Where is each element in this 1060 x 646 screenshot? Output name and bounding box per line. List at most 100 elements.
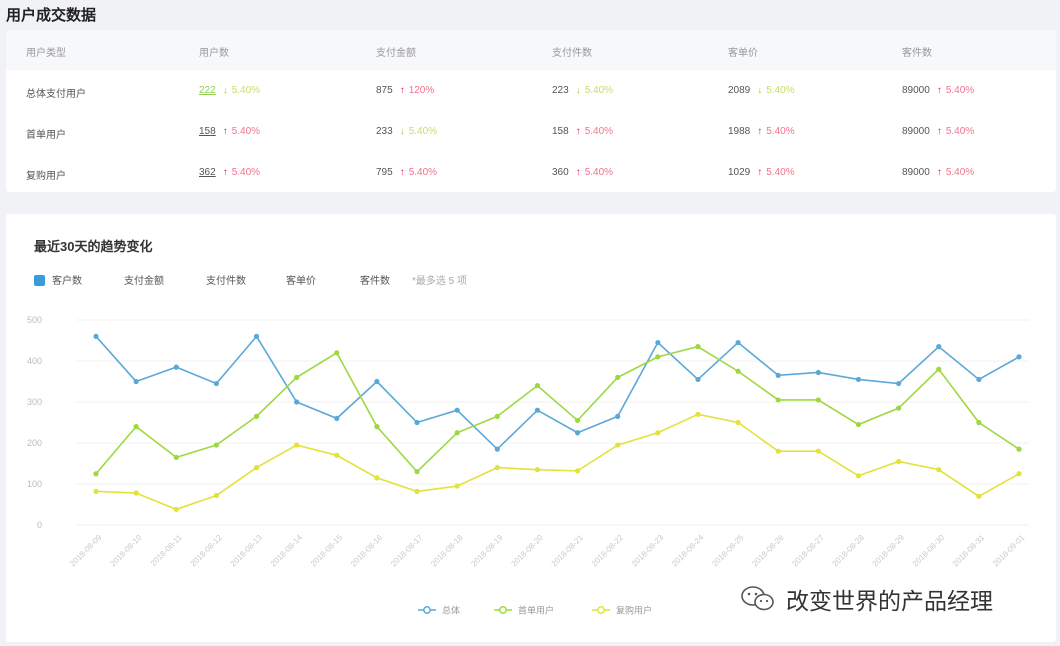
data-point	[574, 468, 581, 474]
table-cell: 360 ↑ 5.40%	[552, 167, 613, 178]
cell-value: 1988	[728, 126, 751, 137]
data-point	[213, 442, 219, 448]
row-label: 总体支付用户	[26, 89, 86, 100]
arrow-up-icon: ↑	[222, 167, 228, 178]
x-tick-label: 2018-08-15	[309, 533, 345, 569]
data-point	[936, 467, 942, 473]
table-header: 用户类型 用户数 支付金额 支付件数 客单价 客件数	[6, 30, 1056, 70]
table-cell: 89000 ↑ 5.40%	[902, 85, 974, 96]
x-tick-label: 2018-08-14	[269, 533, 305, 569]
change-percent: 5.40%	[584, 126, 614, 137]
y-tick-label: 300	[27, 397, 42, 407]
table-cell: 158 ↑ 5.40%	[199, 126, 260, 137]
header-items-per-customer: 客件数	[902, 48, 932, 59]
data-point	[294, 442, 300, 448]
legend-label: 复购用户	[616, 605, 652, 616]
data-point	[1016, 471, 1022, 477]
series-line	[95, 413, 1020, 511]
data-point	[855, 421, 862, 428]
change-percent: 5.40%	[766, 126, 795, 137]
x-tick-label: 2018-08-12	[189, 533, 225, 569]
table-cell: 795 ↑ 5.40%	[376, 167, 437, 178]
cell-value: 89000	[902, 126, 930, 137]
data-point	[173, 454, 179, 460]
data-point	[936, 344, 942, 350]
wechat-icon	[741, 586, 774, 611]
data-point	[213, 380, 219, 387]
data-point	[334, 452, 340, 458]
x-tick-label: 2018-08-26	[750, 533, 786, 569]
user-count-link[interactable]: 158	[199, 126, 216, 137]
change-percent: 5.40%	[945, 126, 975, 137]
x-tick-label: 2018-08-23	[630, 533, 666, 569]
data-point	[655, 354, 661, 360]
x-tick-label: 2018-08-11	[149, 533, 184, 568]
table-cell: 158 ↑ 5.40%	[552, 126, 613, 137]
table-cell: 233 ↓ 5.40%	[376, 126, 437, 137]
data-point	[494, 413, 500, 419]
data-point	[213, 492, 219, 499]
data-point	[655, 339, 661, 346]
user-count-link[interactable]: 362	[199, 167, 216, 178]
header-user-count: 用户数	[199, 48, 229, 59]
data-point	[976, 493, 982, 499]
x-tick-label: 2018-08-27	[790, 533, 826, 569]
arrow-up-icon: ↑	[936, 167, 942, 178]
header-avg-order: 客单价	[728, 48, 758, 59]
arrow-down-icon: ↓	[222, 85, 228, 96]
table-cell: 89000 ↑ 5.40%	[902, 167, 974, 178]
data-point	[574, 417, 581, 424]
data-point	[374, 424, 380, 430]
x-tick-label: 2018-08-29	[871, 533, 907, 569]
data-point	[855, 376, 862, 383]
x-tick-label: 2018-08-13	[229, 533, 265, 569]
arrow-up-icon: ↑	[222, 126, 228, 137]
x-tick-label: 2018-08-20	[510, 533, 546, 569]
data-point	[253, 465, 260, 471]
page-title: 用户成交数据	[6, 7, 97, 24]
user-count-link[interactable]: 222	[199, 85, 216, 96]
x-tick-label: 2018-09-01	[991, 533, 1027, 569]
cell-value: 360	[552, 167, 569, 178]
x-tick-label: 2018-08-09	[68, 533, 104, 569]
cell-value: 223	[552, 85, 569, 96]
x-tick-label: 2018-08-25	[710, 533, 746, 569]
change-percent: 5.40%	[408, 126, 438, 137]
row-label: 首单用户	[26, 130, 66, 141]
arrow-up-icon: ↑	[575, 126, 581, 137]
x-tick-label: 2018-08-24	[670, 533, 706, 569]
series-line	[95, 345, 1020, 475]
data-point	[454, 407, 460, 413]
data-point	[695, 411, 701, 417]
data-point	[896, 458, 902, 465]
data-point	[615, 413, 621, 419]
data-point	[454, 430, 460, 436]
y-tick-label: 100	[27, 479, 42, 489]
data-point	[414, 419, 420, 426]
arrow-up-icon: ↑	[757, 126, 763, 137]
data-point	[133, 490, 139, 496]
data-point	[133, 424, 139, 430]
data-point	[815, 369, 821, 376]
data-point	[534, 383, 541, 389]
data-point	[93, 471, 99, 477]
legend-label: 总体	[442, 605, 460, 616]
data-point	[1016, 354, 1022, 360]
data-point	[414, 488, 420, 494]
data-point	[294, 374, 300, 380]
cell-value: 795	[376, 167, 393, 178]
data-point	[93, 333, 99, 339]
data-point	[896, 405, 902, 411]
arrow-up-icon: ↑	[399, 85, 405, 96]
data-point	[93, 488, 99, 494]
y-tick-label: 0	[37, 520, 42, 530]
legend-marker-icon	[499, 606, 507, 614]
x-tick-label: 2018-08-16	[349, 533, 385, 569]
data-point	[494, 446, 500, 452]
arrow-up-icon: ↑	[757, 167, 763, 178]
data-point	[534, 407, 541, 413]
data-point	[615, 442, 621, 448]
legend-marker-icon	[597, 606, 605, 614]
data-point	[775, 372, 781, 378]
data-point	[374, 475, 380, 481]
